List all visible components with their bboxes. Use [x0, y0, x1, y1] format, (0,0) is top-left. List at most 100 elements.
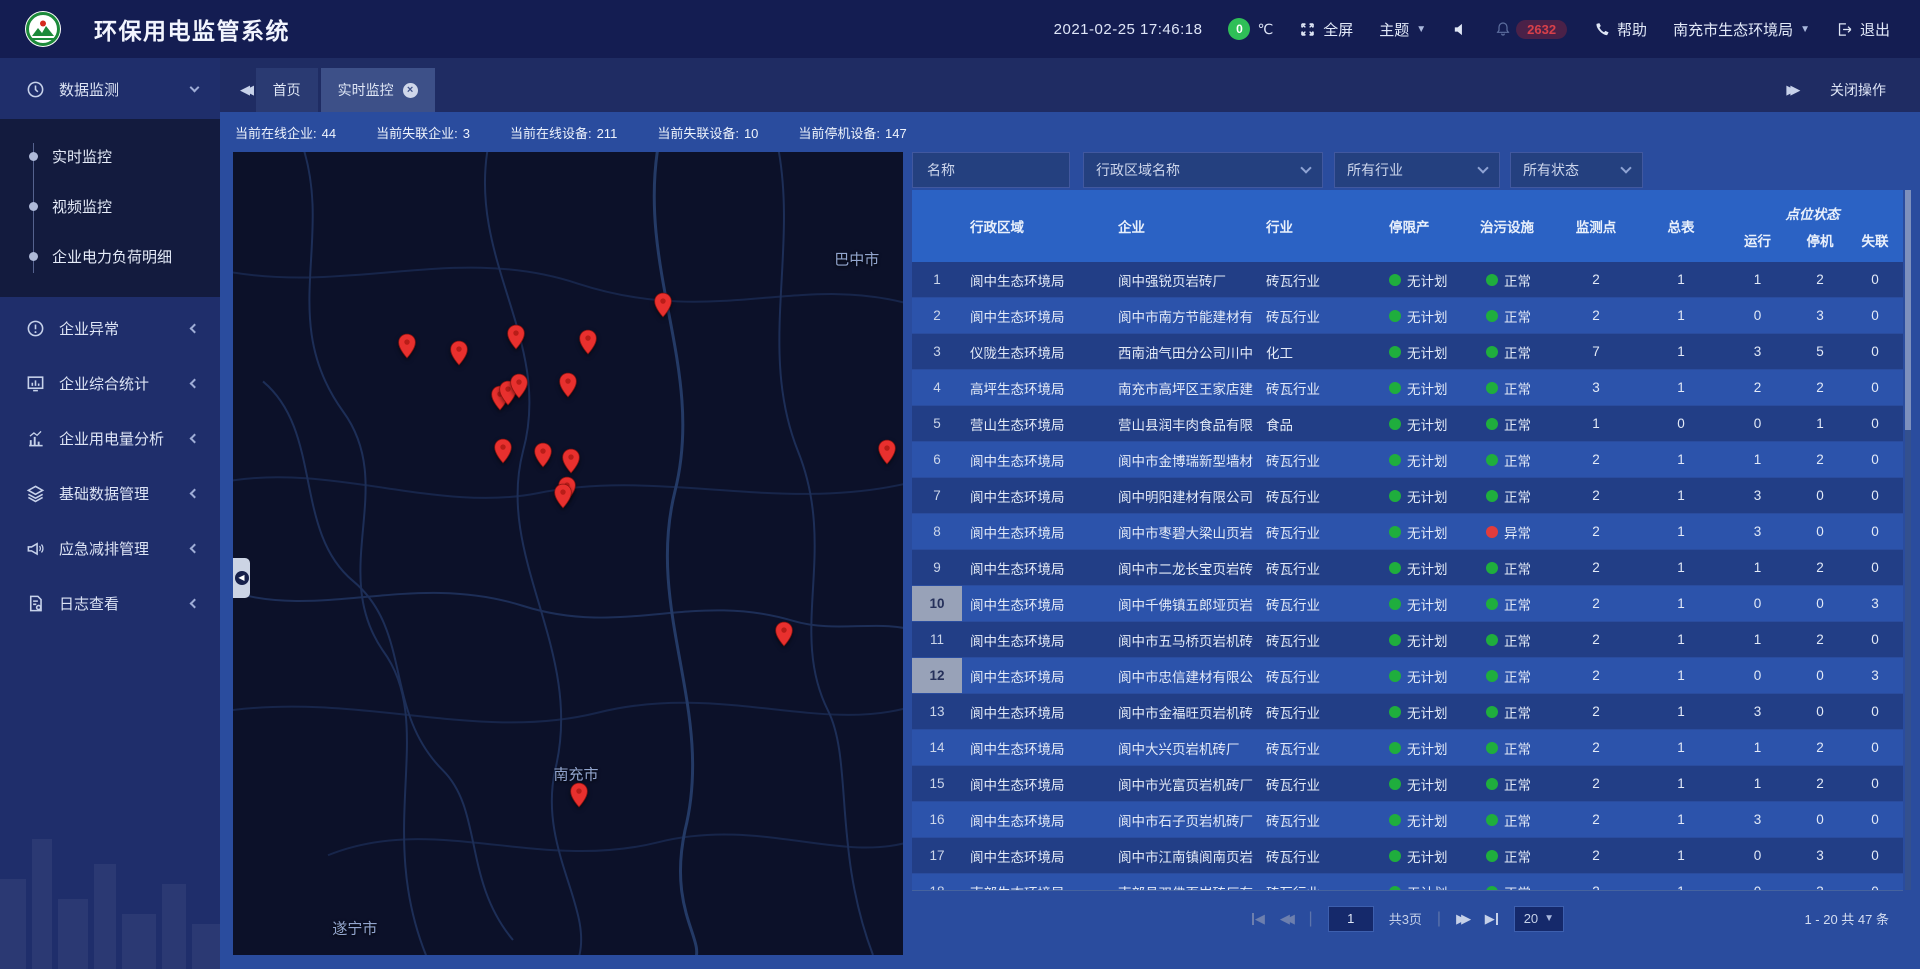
cell-industry: 砖瓦行业 — [1260, 370, 1385, 405]
table-row[interactable]: 16阆中生态环境局阆中市石子页岩机砖厂砖瓦行业无计划正常21300 — [912, 802, 1903, 837]
submenu-item-0[interactable]: 实时监控 — [0, 131, 220, 181]
table-scrollbar[interactable] — [1905, 190, 1911, 890]
cell-total-meters: 1 — [1640, 730, 1722, 765]
cell-total-meters: 1 — [1640, 298, 1722, 333]
status-dot-green — [1486, 814, 1498, 826]
sidebar-item-6[interactable]: 日志查看 — [0, 579, 220, 627]
cell-industry: 砖瓦行业 — [1260, 298, 1385, 333]
stat-value: 211 — [597, 126, 618, 141]
theme-dropdown[interactable]: 主题 ▼ — [1379, 19, 1426, 40]
cell-monitor-points-text: 2 — [1592, 596, 1600, 611]
industry-filter-dropdown[interactable]: 所有行业 — [1334, 152, 1500, 188]
cell-industry-text: 砖瓦行业 — [1266, 306, 1320, 326]
cell-running-text: 1 — [1754, 740, 1762, 755]
map[interactable]: 巴中市南充市遂宁市 ◀ — [233, 152, 903, 955]
tab-close-icon[interactable]: × — [403, 83, 418, 98]
first-page-button[interactable]: ◀ — [1251, 911, 1265, 927]
cell-region-text: 仪陇生态环境局 — [970, 342, 1065, 362]
table-row[interactable]: 11阆中生态环境局阆中市五马桥页岩机砖砖瓦行业无计划正常21120 — [912, 622, 1903, 657]
region-filter-dropdown[interactable]: 行政区域名称 — [1083, 152, 1323, 188]
row-number: 4 — [912, 370, 962, 405]
map-pin-icon[interactable] — [559, 372, 578, 398]
tabs-scroll-right-button[interactable]: ▶▶ — [1776, 68, 1802, 112]
cell-enterprise: 阆中千佛镇五郎垭页岩 — [1112, 586, 1260, 621]
table-row[interactable]: 17阆中生态环境局阆中市江南镇阆南页岩砖瓦行业无计划正常21030 — [912, 838, 1903, 873]
cell-monitor-points: 2 — [1552, 622, 1640, 657]
sidebar-item-3[interactable]: 企业用电量分析 — [0, 414, 220, 462]
map-pin-icon[interactable] — [569, 782, 588, 808]
map-pin-icon[interactable] — [579, 329, 598, 355]
page-size-select[interactable]: 20 ▼ — [1514, 906, 1564, 932]
cell-running-text: 2 — [1754, 380, 1762, 395]
table-row[interactable]: 3仪陇生态环境局西南油气田分公司川中化工无计划正常71350 — [912, 334, 1903, 369]
sidebar-item-5[interactable]: 应急减排管理 — [0, 524, 220, 572]
cell-pollution-facility: 正常 — [1462, 478, 1552, 513]
mute-button[interactable] — [1452, 21, 1469, 38]
map-pin-icon[interactable] — [494, 438, 513, 464]
map-pin-icon[interactable] — [554, 483, 573, 509]
map-pin-icon[interactable] — [877, 439, 896, 465]
tab-item-1[interactable]: 实时监控× — [321, 68, 435, 112]
cell-offline: 3 — [1847, 586, 1903, 621]
tab-item-0[interactable]: 首页 — [256, 68, 318, 112]
name-filter-field[interactable] — [912, 152, 1070, 188]
fullscreen-button[interactable]: 全屏 — [1299, 19, 1353, 40]
org-dropdown[interactable]: 南充市生态环境局 ▼ — [1673, 19, 1810, 40]
map-pin-icon[interactable] — [774, 621, 793, 647]
cell-stopped: 0 — [1793, 658, 1847, 693]
sidebar-item-label: 企业用电量分析 — [59, 428, 177, 449]
cell-running: 3 — [1722, 694, 1793, 729]
sidebar-item-1[interactable]: 企业异常 — [0, 304, 220, 352]
sidebar-item-0[interactable]: 数据监测 — [0, 65, 220, 113]
table-row[interactable]: 9阆中生态环境局阆中市二龙长宝页岩砖砖瓦行业无计划正常21120 — [912, 550, 1903, 585]
table-row[interactable]: 2阆中生态环境局阆中市南方节能建材有砖瓦行业无计划正常21030 — [912, 298, 1903, 333]
table-row[interactable]: 5营山生态环境局营山县润丰肉食品有限食品无计划正常10010 — [912, 406, 1903, 441]
map-pin-icon[interactable] — [654, 292, 673, 318]
cell-offline: 0 — [1847, 694, 1903, 729]
help-button[interactable]: 帮助 — [1593, 19, 1647, 40]
table-row[interactable]: 6阆中生态环境局阆中市金博瑞新型墙材砖瓦行业无计划正常21120 — [912, 442, 1903, 477]
submenu-item-2[interactable]: 企业电力负荷明细 — [0, 231, 220, 281]
notifications[interactable]: 2632 — [1495, 20, 1567, 39]
next-page-button[interactable]: ▶▶ — [1456, 911, 1470, 927]
close-operations-button[interactable]: 关闭操作 — [1830, 80, 1886, 100]
map-pin-icon[interactable] — [534, 442, 553, 468]
chevron-down-icon: ▼ — [1544, 913, 1554, 924]
previous-page-button[interactable]: ◀◀ — [1280, 911, 1294, 927]
table-row[interactable]: 8阆中生态环境局阆中市枣碧大梁山页岩砖瓦行业无计划异常21300 — [912, 514, 1903, 549]
cell-stopped: 0 — [1793, 586, 1847, 621]
map-pin-icon[interactable] — [561, 448, 580, 474]
tabs-scroll-left-button[interactable]: ◀◀ — [230, 68, 256, 112]
last-page-button[interactable]: ▶ — [1485, 911, 1499, 927]
table-row[interactable]: 14阆中生态环境局阆中大兴页岩机砖厂砖瓦行业无计划正常21120 — [912, 730, 1903, 765]
cell-offline: 0 — [1847, 550, 1903, 585]
map-pin-icon[interactable] — [449, 340, 468, 366]
table-row[interactable]: 7阆中生态环境局阆中明阳建材有限公司砖瓦行业无计划正常21300 — [912, 478, 1903, 513]
table-row[interactable]: 10阆中生态环境局阆中千佛镇五郎垭页岩砖瓦行业无计划正常21003 — [912, 586, 1903, 621]
page-number-input[interactable] — [1328, 906, 1374, 932]
table-row[interactable]: 12阆中生态环境局阆中市忠信建材有限公砖瓦行业无计划正常21003 — [912, 658, 1903, 693]
table-row[interactable]: 4高坪生态环境局南充市高坪区王家店建砖瓦行业无计划正常31220 — [912, 370, 1903, 405]
cell-industry-text: 砖瓦行业 — [1266, 846, 1320, 866]
map-city-label: 遂宁市 — [332, 917, 377, 938]
table-row[interactable]: 13阆中生态环境局阆中市金福旺页岩机砖砖瓦行业无计划正常21300 — [912, 694, 1903, 729]
map-pin-icon[interactable] — [398, 333, 417, 359]
temperature-badge: 0 — [1228, 18, 1250, 40]
name-filter-input[interactable] — [925, 161, 1057, 179]
logout-button[interactable]: 退出 — [1836, 19, 1890, 40]
status-filter-dropdown[interactable]: 所有状态 — [1510, 152, 1643, 188]
sidebar-item-4[interactable]: 基础数据管理 — [0, 469, 220, 517]
map-pin-icon[interactable] — [506, 324, 525, 350]
submenu-item-1[interactable]: 视频监控 — [0, 181, 220, 231]
row-number-text: 10 — [929, 596, 944, 611]
sidebar-item-2[interactable]: 企业综合统计 — [0, 359, 220, 407]
table-row[interactable]: 15阆中生态环境局阆中市光富页岩机砖厂砖瓦行业无计划正常21120 — [912, 766, 1903, 801]
cell-total-meters-text: 1 — [1677, 704, 1685, 719]
map-collapse-handle[interactable]: ◀ — [233, 558, 250, 598]
map-pin-icon[interactable] — [510, 373, 529, 399]
log-icon — [26, 594, 45, 613]
row-number-text: 3 — [933, 344, 941, 359]
scrollbar-thumb[interactable] — [1905, 190, 1911, 430]
cell-region: 阆中生态环境局 — [962, 298, 1112, 333]
table-row[interactable]: 1阆中生态环境局阆中强锐页岩砖厂砖瓦行业无计划正常21120 — [912, 262, 1903, 297]
